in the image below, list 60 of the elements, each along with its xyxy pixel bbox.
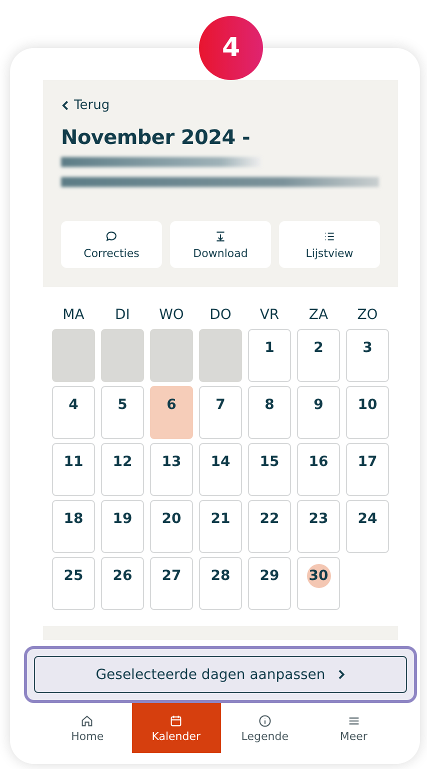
day-cell[interactable]: 30	[297, 557, 340, 610]
day-cell[interactable]: 26	[101, 557, 144, 610]
day-cell[interactable]: 7	[199, 386, 242, 439]
action-button[interactable]: Correcties	[61, 221, 162, 268]
day-cell[interactable]: 3	[346, 329, 389, 382]
day-cell[interactable]: 10	[346, 386, 389, 439]
day-cell[interactable]: 13	[150, 443, 193, 496]
page-title: November 2024 -	[61, 125, 252, 149]
day-cell[interactable]: 29	[248, 557, 291, 610]
day-cell[interactable]: 9	[297, 386, 340, 439]
day-cell[interactable]: 15	[248, 443, 291, 496]
day-cell[interactable]: 21	[199, 500, 242, 553]
chat-bubble-icon	[105, 230, 118, 242]
weekday-label: MA	[62, 307, 86, 323]
day-cell[interactable]: 28	[199, 557, 242, 610]
day-cell[interactable]: 4	[52, 386, 95, 439]
weekday-label: DI	[114, 307, 131, 323]
day-cell[interactable]: 18	[52, 500, 95, 553]
weekday-label: ZA	[308, 307, 330, 323]
action-button[interactable]: Lijstview	[279, 221, 380, 268]
day-cell[interactable]: 5	[101, 386, 144, 439]
info-icon	[258, 714, 272, 728]
day-cell[interactable]: 16	[297, 443, 340, 496]
day-cell[interactable]: 2	[297, 329, 340, 382]
day-cell[interactable]: 11	[52, 443, 95, 496]
day-cell[interactable]: 24	[346, 500, 389, 553]
day-cell[interactable]: 17	[346, 443, 389, 496]
day-cell[interactable]: 12	[101, 443, 144, 496]
list-icon	[323, 230, 336, 242]
empty-day-cell	[150, 329, 193, 382]
weekday-label: ZO	[356, 307, 379, 323]
nav-tab[interactable]: Home	[43, 703, 132, 753]
pdf-download-icon	[214, 230, 227, 242]
day-cell[interactable]: 22	[248, 500, 291, 553]
weekday-label: WO	[158, 307, 185, 323]
nav-tab[interactable]: Legende	[220, 703, 310, 753]
nav-tab[interactable]: Kalender	[132, 703, 220, 753]
day-cell[interactable]: 14	[199, 443, 242, 496]
step-badge: 4	[199, 16, 263, 80]
day-cell[interactable]: 6	[150, 386, 193, 439]
day-cell[interactable]: 1	[248, 329, 291, 382]
chevron-right-icon	[337, 669, 346, 680]
empty-day-cell	[52, 329, 95, 382]
chevron-left-icon	[61, 100, 69, 111]
empty-day-cell	[101, 329, 144, 382]
weekday-label: DO	[208, 307, 232, 323]
empty-day-cell	[199, 329, 242, 382]
home-icon	[80, 714, 94, 728]
back-link[interactable]: Terug	[61, 98, 110, 113]
day-cell[interactable]: 25	[52, 557, 95, 610]
weekday-label: VR	[258, 307, 280, 323]
day-cell[interactable]: 27	[150, 557, 193, 610]
day-cell[interactable]: 8	[248, 386, 291, 439]
day-cell[interactable]: 23	[297, 500, 340, 553]
adjust-days-button[interactable]: Geselecteerde dagen aanpassen	[34, 656, 407, 693]
calendar-icon	[169, 714, 184, 728]
action-button[interactable]: Download	[170, 221, 271, 268]
day-cell[interactable]: 20	[150, 500, 193, 553]
nav-tab[interactable]: Meer	[309, 703, 398, 753]
day-cell[interactable]: 19	[101, 500, 144, 553]
